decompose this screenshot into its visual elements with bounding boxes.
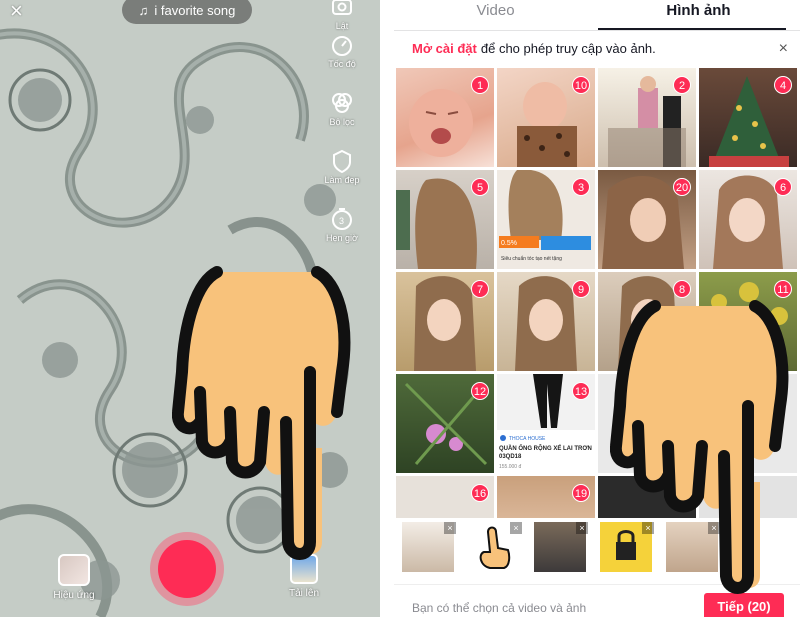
flip-label: Lật	[335, 21, 349, 31]
panel-divider	[380, 0, 394, 617]
filter-icon	[332, 93, 352, 113]
gallery-footer: Bạn có thể chọn cả video và ảnh Tiếp (20…	[394, 584, 800, 617]
svg-text:3: 3	[339, 216, 344, 226]
upload-thumbnail	[290, 554, 318, 584]
promo-brand-text: THOCA HOUSE	[509, 436, 546, 442]
remove-selected-icon[interactable]: ×	[444, 522, 456, 534]
selection-badge: 13	[572, 382, 590, 400]
gallery-screen: Video Hình ảnh Mở cài đặt để cho phép tr…	[380, 0, 800, 617]
selection-badge: 11	[774, 280, 792, 298]
selection-badge: 4	[774, 76, 792, 94]
camera-screen: × ♫ i favorite song Lật Tốc độ Bộ lọc Là…	[0, 0, 380, 617]
record-button-inner	[158, 540, 216, 598]
selection-badge: 6	[774, 178, 792, 196]
selection-badge: 9	[572, 280, 590, 298]
grid-item[interactable]	[598, 374, 696, 473]
selection-badge: 1	[471, 76, 489, 94]
selected-strip: × × × × ×	[394, 518, 800, 580]
selection-badge: 3	[572, 178, 590, 196]
timer-label: Hẹn giờ	[326, 233, 358, 243]
grid-item[interactable]: 6	[699, 170, 797, 269]
effects-button[interactable]: Hiệu ứng	[50, 554, 98, 601]
promo-title-text: QUẦN ỐNG RỘNG XẾ LAI TRƠN	[499, 444, 592, 452]
photo-grid: 1 10 2 4 5 0.5% Siêu chuẩn tóc tạo nét tặ…	[396, 68, 800, 575]
selected-item[interactable]: ×	[534, 522, 588, 572]
tab-images[interactable]: Hình ảnh	[597, 0, 800, 30]
speed-label: Tốc độ	[328, 59, 356, 69]
upload-button[interactable]: Tải lên	[280, 554, 328, 599]
add-sound-button[interactable]: ♫ i favorite song	[122, 0, 252, 24]
close-notice-icon[interactable]: ×	[779, 40, 788, 58]
flip-camera-icon	[332, 0, 352, 15]
media-tabs: Video Hình ảnh	[394, 0, 800, 30]
selection-badge: 7	[471, 280, 489, 298]
tab-video[interactable]: Video	[394, 0, 597, 30]
grid-item[interactable]: 11	[699, 272, 797, 371]
beauty-label: Làm đẹp	[324, 175, 360, 185]
grid-item[interactable]: 2	[598, 68, 696, 167]
footer-hint: Bạn có thể chọn cả video và ảnh	[412, 601, 587, 615]
tab-divider	[394, 30, 800, 31]
effects-thumbnail	[58, 554, 90, 586]
grid-item[interactable]: 8	[598, 272, 696, 371]
speed-button[interactable]: Tốc độ	[318, 32, 366, 90]
selection-badge: 16	[471, 484, 489, 502]
beauty-icon	[333, 149, 351, 174]
selection-badge: 12	[471, 382, 489, 400]
close-icon[interactable]: ×	[10, 0, 32, 24]
filter-button[interactable]: Bộ lọc	[318, 90, 366, 148]
music-note-icon: ♫	[138, 2, 149, 18]
selected-item[interactable]: ×	[468, 522, 522, 572]
selection-badge: 19	[572, 484, 590, 502]
grid-item[interactable]: 1	[396, 68, 494, 167]
selection-badge: 5	[471, 178, 489, 196]
promo-badge-text: 0.5%	[501, 240, 517, 247]
promo-price-text: 155.000 đ	[499, 464, 521, 470]
record-button[interactable]	[150, 532, 224, 606]
upload-label: Tải lên	[288, 588, 319, 599]
sound-label: i favorite song	[154, 2, 236, 18]
selected-item[interactable]: ×	[666, 522, 720, 572]
remove-selected-icon[interactable]: ×	[576, 522, 588, 534]
camera-toolbar: Lật Tốc độ Bộ lọc Làm đẹp 3 Hẹn giờ	[318, 0, 366, 264]
selection-badge: 20	[673, 178, 691, 196]
speed-icon	[332, 36, 352, 56]
remove-selected-icon[interactable]: ×	[708, 522, 720, 534]
timer-icon: 3	[332, 208, 352, 230]
grid-item[interactable]: THOCA HOUSE QUẦN ỐNG RỘNG XẾ LAI TRƠN 03QD…	[497, 374, 595, 473]
remove-selected-icon[interactable]: ×	[510, 522, 522, 534]
screenshot-root: × ♫ i favorite song Lật Tốc độ Bộ lọc Là…	[0, 0, 800, 617]
flip-button[interactable]: Lật	[318, 0, 366, 32]
grid-item[interactable]: 5	[396, 170, 494, 269]
timer-button[interactable]: 3 Hẹn giờ	[318, 206, 366, 264]
permission-text: để cho phép truy cập vào ảnh.	[480, 40, 656, 56]
grid-item[interactable]: 12	[396, 374, 494, 473]
beauty-button[interactable]: Làm đẹp	[318, 148, 366, 206]
open-settings-link[interactable]: Mở cài đặt	[412, 41, 477, 56]
promo-caption-text: Siêu chuẩn tóc tạo nét tặng	[501, 255, 562, 262]
promo-code-text: 03QD18	[499, 454, 522, 460]
selected-item[interactable]: ×	[402, 522, 456, 572]
grid-item[interactable]: 7	[396, 272, 494, 371]
permission-notice: Mở cài đặt để cho phép truy cập vào ảnh.	[412, 38, 792, 58]
grid-item[interactable]: 9	[497, 272, 595, 371]
next-button[interactable]: Tiếp (20)	[704, 593, 784, 617]
grid-item[interactable]	[699, 374, 797, 473]
grid-item[interactable]: 10	[497, 68, 595, 167]
selection-badge: 8	[673, 280, 691, 298]
filter-label: Bộ lọc	[329, 117, 355, 127]
grid-item[interactable]: 4	[699, 68, 797, 167]
remove-selected-icon[interactable]: ×	[642, 522, 654, 534]
grid-item[interactable]: 20	[598, 170, 696, 269]
effects-label: Hiệu ứng	[53, 590, 95, 601]
active-tab-indicator	[598, 28, 786, 30]
selection-badge: 10	[572, 76, 590, 94]
selected-item[interactable]: ×	[600, 522, 654, 572]
grid-item[interactable]: 0.5% Siêu chuẩn tóc tạo nét tặng 3	[497, 170, 595, 269]
selection-badge: 2	[673, 76, 691, 94]
